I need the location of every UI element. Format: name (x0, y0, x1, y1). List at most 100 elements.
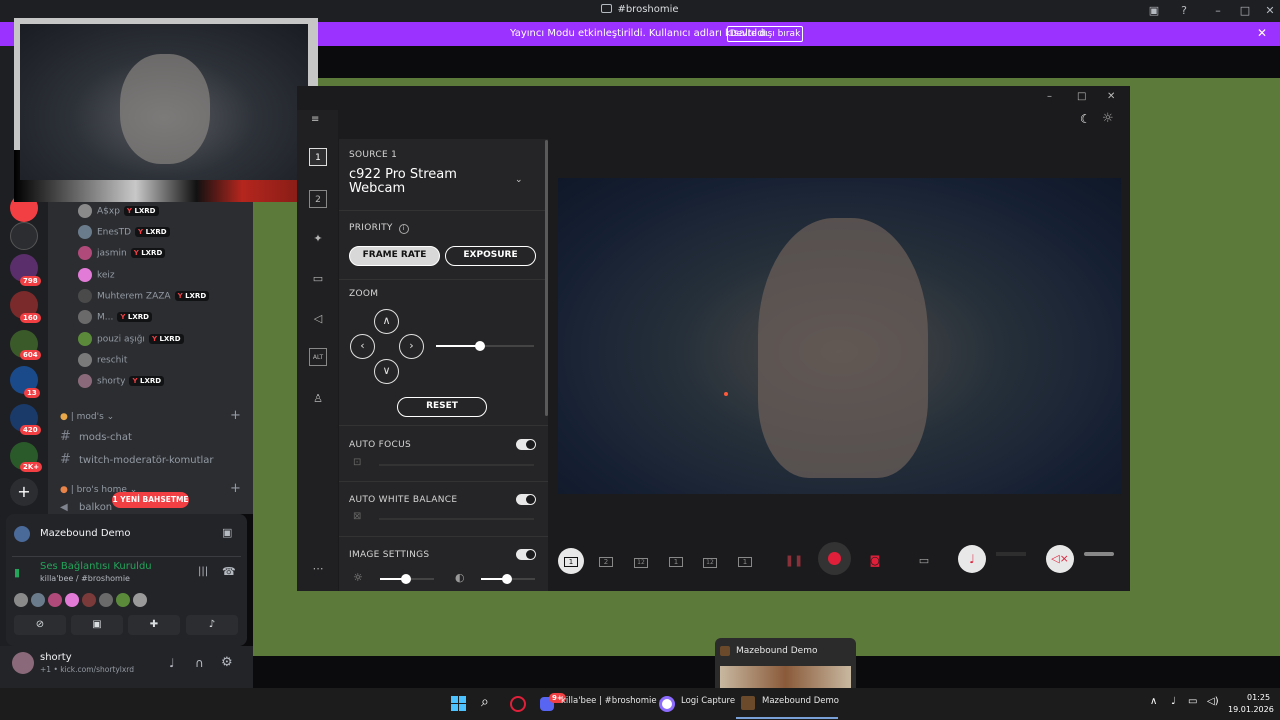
start-icon[interactable] (451, 696, 467, 712)
activities-button[interactable]: ✚ (128, 615, 180, 635)
speaker-icon[interactable]: ◁ (309, 310, 327, 328)
channel-balkon[interactable]: ◀ balkon (60, 502, 112, 513)
voice-channel-path[interactable]: killa'bee / #broshomie (40, 574, 130, 583)
mic-icon[interactable]: ♩ (1171, 696, 1176, 707)
voice-member[interactable]: EnesTD Y LXRD (78, 225, 170, 243)
network-icon[interactable]: ▭ (1188, 696, 1197, 707)
effects-icon[interactable]: ✦ (309, 230, 327, 248)
mic-mute-icon[interactable]: ♩ (958, 545, 986, 573)
avatar[interactable] (12, 652, 34, 674)
new-mention-pill[interactable]: 1 YENİ BAHSETME (112, 492, 189, 508)
layout-pip-left-button[interactable]: 1 (663, 548, 689, 574)
chevron-down-icon[interactable]: ⌄ (515, 175, 523, 185)
soundboard-button[interactable]: ♪ (186, 615, 238, 635)
panel-scrollbar[interactable] (545, 140, 548, 416)
pause-icon[interactable]: ❚❚ (781, 548, 807, 574)
frame-rate-button[interactable]: FRAME RATE (349, 246, 440, 266)
source-1-tab[interactable]: 1 (309, 148, 327, 166)
minimize-button[interactable]: – (1210, 3, 1226, 19)
contrast-slider[interactable] (481, 574, 535, 584)
server-icon[interactable] (10, 222, 38, 250)
maximize-button[interactable]: □ (1237, 3, 1253, 19)
speaker-volume-slider[interactable] (1084, 552, 1114, 556)
folder-icon[interactable]: ▭ (911, 548, 937, 574)
focus-icon: ⊡ (353, 457, 362, 468)
source-name[interactable]: c922 Pro Stream Webcam (349, 168, 499, 196)
help-icon[interactable]: ? (1176, 3, 1192, 19)
camera-snapshot-icon[interactable]: ◙ (862, 548, 888, 574)
close-button[interactable]: ✕ (1262, 3, 1278, 19)
taskbar-item-logi-capture[interactable]: Logi Capture (681, 696, 735, 706)
add-channel-icon[interactable]: + (230, 481, 241, 496)
exposure-button[interactable]: EXPOSURE (445, 246, 536, 266)
minimize-button[interactable]: – (1047, 91, 1052, 102)
screen-share-button[interactable]: ▣ (71, 615, 123, 635)
image-settings-toggle[interactable] (516, 549, 536, 560)
clock-date[interactable]: 19.01.2026 (1228, 705, 1274, 714)
maximize-button[interactable]: □ (1077, 91, 1086, 102)
mazebound-icon[interactable] (741, 696, 755, 710)
voice-member[interactable]: M... Y LXRD (78, 310, 152, 328)
dark-mode-icon[interactable]: ☾ (1080, 112, 1091, 126)
camera-icon[interactable]: ▭ (309, 270, 327, 288)
speaker-mute-icon[interactable]: ◁× (1046, 545, 1074, 573)
close-icon[interactable]: ✕ (1255, 26, 1269, 40)
search-icon[interactable]: ⌕ (481, 694, 489, 710)
close-button[interactable]: ✕ (1107, 91, 1115, 102)
record-button[interactable] (818, 542, 851, 575)
pan-left-button[interactable]: ‹ (350, 334, 375, 359)
clock-time[interactable]: 01:25 (1247, 693, 1270, 702)
zoom-slider-handle[interactable] (475, 341, 486, 351)
light-mode-icon[interactable]: ☼ (1102, 111, 1114, 126)
voice-member[interactable]: keiz (78, 268, 115, 286)
opera-icon[interactable] (510, 696, 526, 712)
gear-icon[interactable]: ⚙ (221, 655, 233, 670)
reset-button[interactable]: RESET (397, 397, 487, 417)
voice-member[interactable]: Muhterem ZAZA Y LXRD (78, 289, 210, 307)
brightness-slider[interactable] (380, 574, 434, 584)
pan-right-button[interactable]: › (399, 334, 424, 359)
channel-twitch-mod[interactable]: # twitch-moderatör-komutlar (60, 452, 214, 467)
noise-suppression-icon[interactable]: ||| (198, 566, 208, 577)
channel-mods-chat[interactable]: # mods-chat (60, 429, 132, 444)
voice-member[interactable]: pouzi aşığı Y LXRD (78, 332, 184, 350)
auto-white-balance-toggle[interactable] (516, 494, 536, 505)
mic-icon[interactable]: ♩ (169, 656, 175, 670)
zoom-slider[interactable] (436, 341, 534, 351)
pan-up-button[interactable]: ∧ (374, 309, 399, 334)
layout-side-by-side-button[interactable]: 12 (697, 548, 723, 574)
disable-streamer-mode-button[interactable]: Devre dışı bırak (727, 26, 803, 42)
inbox-icon[interactable]: ▣ (1146, 3, 1162, 19)
menu-icon[interactable]: ≡ (311, 114, 319, 125)
volume-icon[interactable]: ◁) (1207, 696, 1219, 707)
camera-off-button[interactable]: ⊘ (14, 615, 66, 635)
taskbar-item-mazebound[interactable]: Mazebound Demo (762, 696, 839, 706)
logi-capture-icon[interactable] (659, 696, 675, 712)
layout-source-2-button[interactable]: 2 (593, 548, 619, 574)
headphones-icon[interactable]: ∩ (195, 656, 204, 670)
chevron-up-icon[interactable]: ∧ (1150, 696, 1157, 707)
taskbar-preview[interactable]: Mazebound Demo (715, 638, 856, 688)
voice-member[interactable]: shorty Y LXRD (78, 374, 165, 392)
pan-down-button[interactable]: ∨ (374, 359, 399, 384)
voice-member[interactable]: jasmin Y LXRD (78, 246, 166, 264)
taskbar-item-discord[interactable]: killa'bee | #broshomie - (561, 696, 662, 706)
info-icon[interactable]: i (398, 224, 409, 234)
alt-source-tab[interactable]: ALT (309, 348, 327, 366)
source-2-tab[interactable]: 2 (309, 190, 327, 208)
account-icon[interactable]: ♙ (309, 390, 327, 408)
voice-connection-status[interactable]: Ses Bağlantısı Kuruldu (40, 561, 152, 572)
layout-split-button[interactable]: 1 (732, 548, 758, 574)
auto-focus-toggle[interactable] (516, 439, 536, 450)
add-channel-icon[interactable]: + (230, 408, 241, 423)
category-mods[interactable]: ● | mod's ⌄ (60, 412, 114, 422)
member-tag: Y LXRD (129, 376, 165, 386)
activity-icon[interactable]: ▣ (222, 526, 232, 539)
add-server-icon[interactable]: + (10, 478, 38, 506)
layout-pip-button[interactable]: 12 (628, 548, 654, 574)
more-icon[interactable]: ⋯ (309, 560, 327, 578)
layout-single-button[interactable]: 1 (558, 548, 584, 574)
voice-member[interactable]: reschit (78, 353, 127, 371)
voice-member[interactable]: A$xp Y LXRD (78, 204, 159, 222)
disconnect-icon[interactable]: ☎ (222, 565, 236, 578)
